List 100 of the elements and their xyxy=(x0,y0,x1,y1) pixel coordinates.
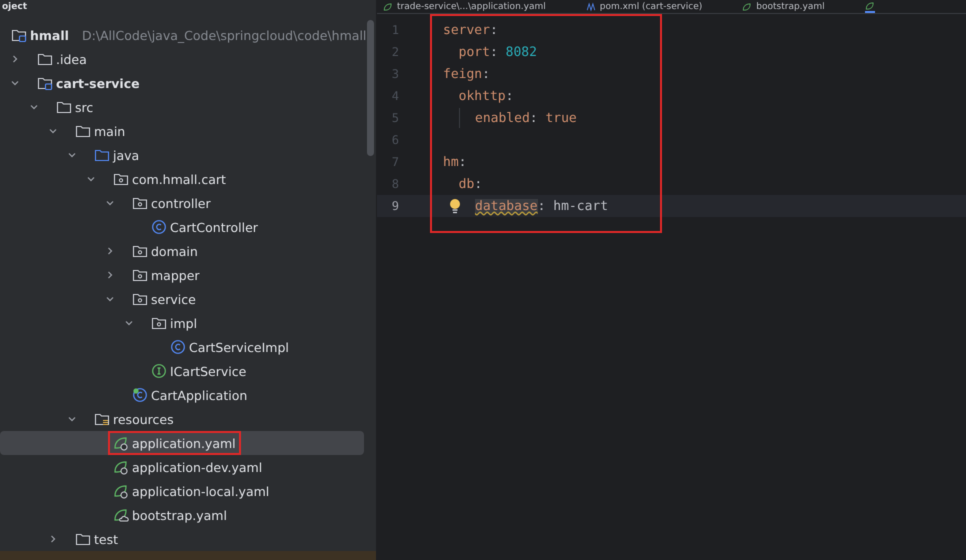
project-path: D:\AllCode\java_Code\springcloud\code\hmall xyxy=(82,28,366,42)
chevron-icon[interactable] xyxy=(105,246,115,256)
folder-icon xyxy=(132,291,148,307)
folder-icon xyxy=(151,315,167,331)
tree-item[interactable]: mapper xyxy=(0,263,364,287)
code-line: port: 8082 xyxy=(458,44,537,60)
leaf-config-icon xyxy=(742,2,752,12)
chevron-icon[interactable] xyxy=(105,270,115,280)
tree-item[interactable]: java xyxy=(0,143,364,167)
code-line: database: hm-cart xyxy=(475,198,608,214)
editor-tab[interactable] xyxy=(864,0,875,13)
item-name: cart-service xyxy=(56,76,140,90)
item-name: application-local.yaml xyxy=(132,484,270,498)
editor-tab[interactable]: pom.xml (cart-service) xyxy=(586,0,702,13)
panel-title: oject xyxy=(1,2,28,12)
item-name: domain xyxy=(151,244,198,258)
item-name: resources xyxy=(113,412,174,426)
tree-item[interactable]: main xyxy=(0,119,364,143)
tree-item[interactable]: domain xyxy=(0,239,364,263)
item-name: test xyxy=(94,532,118,546)
chevron-icon[interactable] xyxy=(105,294,115,304)
code-line: enabled: true xyxy=(475,110,577,126)
class-icon xyxy=(132,387,148,403)
item-name: bootstrap.yaml xyxy=(132,508,227,522)
item-name: hmall xyxy=(30,28,69,42)
item-name: CartController xyxy=(170,220,258,234)
tree-item[interactable]: ICartService xyxy=(0,359,364,383)
folder-icon xyxy=(132,243,148,259)
tree-item[interactable]: CartController xyxy=(0,215,364,239)
tree-item[interactable]: .idea xyxy=(0,47,364,71)
item-name: src xyxy=(75,100,94,114)
folder-icon xyxy=(132,195,148,211)
scrollbar[interactable] xyxy=(367,20,374,156)
item-name: mapper xyxy=(151,268,200,282)
leaf-config-icon xyxy=(113,483,129,499)
folder-icon xyxy=(37,75,53,91)
m-icon xyxy=(586,2,596,12)
chevron-icon[interactable] xyxy=(105,198,115,208)
folder-icon xyxy=(132,267,148,283)
class-icon xyxy=(151,219,167,235)
code-line: db: xyxy=(458,176,482,192)
leaf-config-icon xyxy=(113,435,129,451)
code-line: okhttp: xyxy=(458,88,514,104)
tree-item[interactable]: application-dev.yaml xyxy=(0,455,364,479)
tree-item[interactable]: impl xyxy=(0,311,364,335)
item-name: CartApplication xyxy=(151,388,248,402)
folder-icon xyxy=(94,411,110,427)
item-name: service xyxy=(151,292,196,306)
folder-icon xyxy=(75,123,91,139)
chevron-icon[interactable] xyxy=(48,534,58,544)
chevron-icon[interactable] xyxy=(48,126,58,136)
tree-item[interactable]: bootstrap.yaml xyxy=(0,503,364,527)
chevron-icon[interactable] xyxy=(29,102,39,112)
folder-icon xyxy=(37,51,53,67)
folder-icon xyxy=(56,99,72,115)
item-name: application-dev.yaml xyxy=(132,460,262,474)
chevron-icon[interactable] xyxy=(67,150,77,160)
item-name: main xyxy=(94,124,126,138)
chevron-icon[interactable] xyxy=(10,78,20,88)
lightbulb-icon[interactable] xyxy=(449,198,461,214)
folder-icon xyxy=(113,171,129,187)
item-name: java xyxy=(113,148,140,162)
tree-item[interactable]: cart-service xyxy=(0,71,364,95)
editor-tab[interactable]: bootstrap.yaml xyxy=(742,0,825,13)
line-number: 9 xyxy=(390,199,399,213)
tree-item[interactable]: resources xyxy=(0,407,364,431)
tree-item[interactable]: src xyxy=(0,95,364,119)
item-name: CartServiceImpl xyxy=(189,340,289,354)
item-name: .idea xyxy=(56,52,87,66)
editor-tab[interactable]: trade-service\...\application.yaml xyxy=(383,0,546,13)
tree-item[interactable]: test xyxy=(0,527,364,551)
chevron-icon[interactable] xyxy=(124,318,134,328)
chevron-icon[interactable] xyxy=(86,174,96,184)
tree-item[interactable]: CartServiceImpl xyxy=(0,335,364,359)
tree-item[interactable]: com.hmall.cart xyxy=(0,167,364,191)
folder-icon xyxy=(94,147,110,163)
tree-item[interactable]: application-local.yaml xyxy=(0,479,364,503)
leaf-config-icon xyxy=(864,0,875,10)
tree-item[interactable]: application.yaml xyxy=(0,431,364,455)
folder-icon xyxy=(75,531,91,547)
class-icon xyxy=(170,339,186,355)
code-line: feign: xyxy=(443,66,490,82)
code-line: hm: xyxy=(443,154,466,170)
leaf-config-icon xyxy=(383,2,393,12)
chevron-icon[interactable] xyxy=(67,414,77,424)
leaf-config-icon xyxy=(113,459,129,475)
code-line: server: xyxy=(443,22,498,38)
tree-item[interactable]: hmall D:\AllCode\java_Code\springcloud\code\hmall xyxy=(0,23,364,47)
item-name: application.yaml xyxy=(132,436,236,450)
item-name: ICartService xyxy=(170,364,246,378)
interface-icon xyxy=(151,363,167,379)
chevron-icon[interactable] xyxy=(10,54,20,64)
leaf-config-icon xyxy=(113,507,129,523)
item-name: controller xyxy=(151,196,211,210)
folder-icon xyxy=(11,27,27,43)
item-name: com.hmall.cart xyxy=(132,172,226,186)
tree-item[interactable]: service xyxy=(0,287,364,311)
item-name: impl xyxy=(170,316,198,330)
tree-item[interactable]: controller xyxy=(0,191,364,215)
tree-item[interactable]: CartApplication xyxy=(0,383,364,407)
